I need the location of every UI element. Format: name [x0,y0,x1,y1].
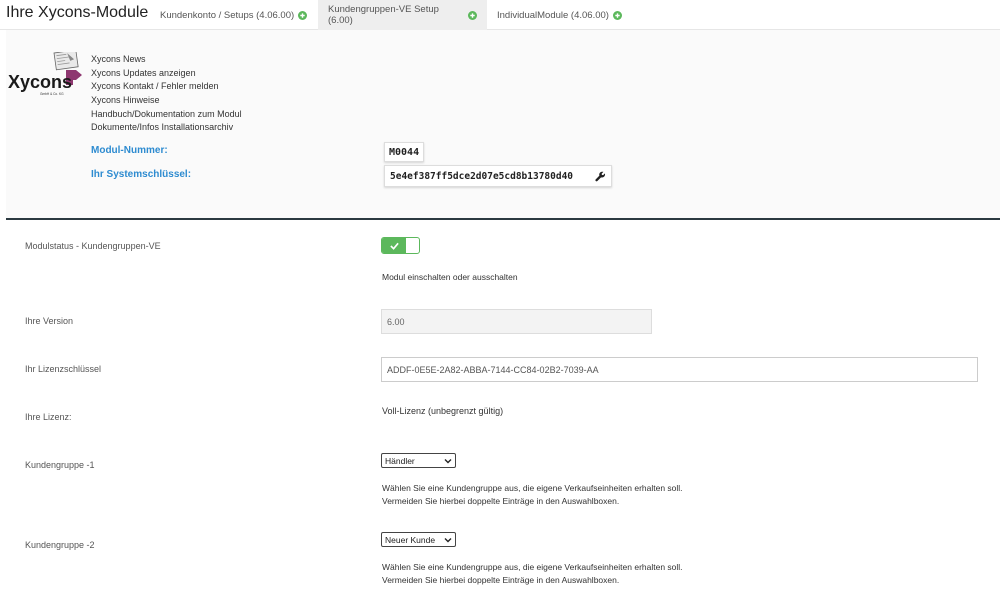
module-status-toggle[interactable] [381,237,420,254]
selected-value: Händler [385,455,415,466]
checkmark-icon [389,242,399,250]
section-divider [6,218,1000,220]
tab-kundenkonto-setups[interactable]: Kundenkonto / Setups (4.06.00) [150,0,317,30]
version-value: 6.00 [387,316,405,327]
tab-individualmodule[interactable]: IndividualModule (4.06.00) [487,0,632,30]
version-label: Ihre Version [25,316,74,326]
module-status-label: Modulstatus - Kundengruppen-VE [25,241,161,251]
svg-text:GmbH & Co. KG: GmbH & Co. KG [40,92,64,96]
system-key-label: Ihr Systemschlüssel: [91,169,192,180]
module-status-hint: Modul einschalten oder ausschalten [382,272,518,282]
chevron-down-icon [444,535,452,545]
toggle-on-indicator [382,238,406,253]
hint-line: Vermeiden Sie hierbei doppelte Einträge … [382,575,620,585]
selected-value: Neuer Kunde [385,534,436,545]
tab-label: IndividualModule (4.06.00) [497,9,609,21]
system-key-box: 5e4ef387ff5dce2d07e5cd8b13780d40 [384,165,612,187]
license-key-label: Ihr Lizenzschlüssel [25,364,102,374]
link-xycons-news[interactable]: Xycons News [91,54,146,64]
license-label: Ihre Lizenz: [25,412,72,422]
link-handbuch[interactable]: Handbuch/Dokumentation zum Modul [91,109,242,119]
version-field: 6.00 [381,309,652,334]
tab-label: Kundengruppen-VE Setup (6.00) [328,4,439,26]
license-value: Voll-Lizenz (unbegrenzt gültig) [382,406,504,416]
hint-line: Wählen Sie eine Kundengruppe aus, die ei… [382,562,683,572]
license-key-field[interactable]: ADDF-0E5E-2A82-ABBA-7144-CC84-02B2-7039-… [381,357,978,382]
system-key-value: 5e4ef387ff5dce2d07e5cd8b13780d40 [390,170,574,182]
hint-line: Wählen Sie eine Kundengruppe aus, die ei… [382,483,683,493]
plus-circle-icon [468,10,477,20]
top-navigation-bar: Ihre Xycons-Module Kundenkonto / Setups … [0,0,1000,30]
plus-circle-icon [612,10,622,20]
wrench-icon[interactable] [595,171,606,185]
link-dokumente[interactable]: Dokumente/Infos Installationsarchiv [91,122,233,132]
tab-kundengruppen-ve-setup[interactable]: Kundengruppen-VE Setup (6.00) [318,0,487,30]
customer-group-1-hint: Wählen Sie eine Kundengruppe aus, die ei… [382,482,683,508]
customer-group-1-select[interactable]: Händler [381,453,456,468]
tab-label: Kundenkonto / Setups (4.06.00) [160,9,295,21]
chevron-down-icon [444,456,452,466]
page-title: Ihre Xycons-Module [6,4,149,21]
link-xycons-kontakt[interactable]: Xycons Kontakt / Fehler melden [91,81,219,91]
xycons-logo: Xycons GmbH & Co. KG [8,49,84,100]
customer-group-2-select[interactable]: Neuer Kunde [381,532,456,547]
link-xycons-hinweise[interactable]: Xycons Hinweise [91,95,160,105]
customer-group-2-hint: Wählen Sie eine Kundengruppe aus, die ei… [382,561,683,587]
link-xycons-updates[interactable]: Xycons Updates anzeigen [91,68,196,78]
customer-group-2-label: Kundengruppe -2 [25,540,95,550]
plus-circle-icon [298,10,308,20]
svg-text:Xycons: Xycons [8,72,72,92]
module-number-label: Modul-Nummer: [91,145,168,156]
module-number-value: M0044 [384,142,425,162]
license-key-value: ADDF-0E5E-2A82-ABBA-7144-CC84-02B2-7039-… [387,364,599,375]
customer-group-1-label: Kundengruppe -1 [25,460,95,470]
hint-line: Vermeiden Sie hierbei doppelte Einträge … [382,496,620,506]
module-info-panel: Xycons GmbH & Co. KG Xycons News Xycons … [6,30,1000,218]
